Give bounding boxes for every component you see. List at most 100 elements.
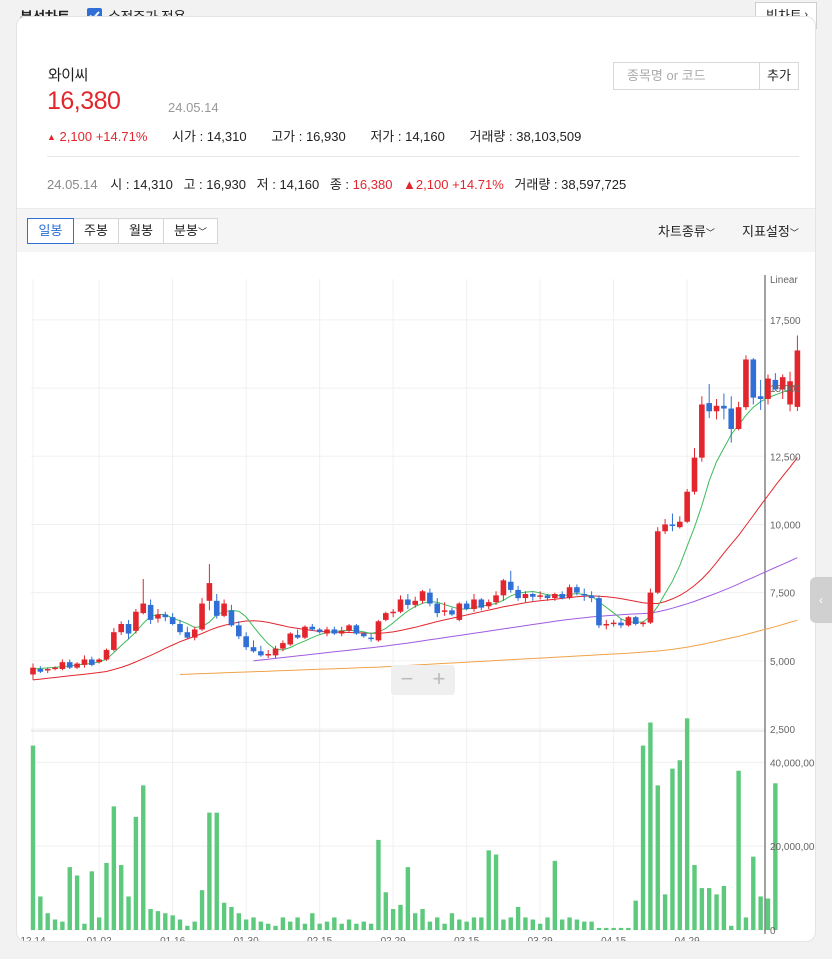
chevron-down-icon: ﹀: [705, 228, 715, 238]
volume-bar: [236, 913, 241, 930]
zoom-in-button[interactable]: +: [423, 666, 455, 692]
candle-body: [552, 594, 558, 599]
volume-bar: [537, 923, 543, 930]
volume-bar: [266, 923, 271, 930]
volume-tick-label: 20,000,000: [770, 842, 816, 853]
x-tick-label: 02.15: [307, 936, 332, 942]
ma60-line: [253, 557, 798, 662]
volume-bar: [111, 806, 117, 930]
volume-bar: [354, 923, 359, 930]
open-label: 시가: [172, 129, 196, 144]
stock-summary-row: ▲ 2,100 +14.71% 시가 : 14,310 고가 : 16,930 …: [47, 126, 602, 145]
candle-body: [669, 524, 676, 526]
price-volume-chart[interactable]: Linear 17,500 15,000 12,500 10,000 7,500 5,000…: [17, 253, 816, 942]
candle-body: [191, 629, 198, 638]
candle-body: [456, 603, 463, 620]
zoom-out-button[interactable]: −: [391, 666, 423, 692]
x-tick-label: 04.29: [675, 936, 700, 942]
daily-ohlc-row: 24.05.14 시 : 14,310 고 : 16,930 저 : 14,16…: [47, 174, 626, 193]
x-tick-label: 01.02: [87, 936, 112, 942]
price-tick-label: 5,000: [770, 657, 795, 668]
volume-bar: [141, 785, 146, 930]
candle-body: [397, 599, 404, 612]
candle-body: [243, 636, 249, 648]
volume-bar: [670, 768, 675, 930]
candle-body: [654, 531, 661, 593]
candle-body: [463, 603, 470, 609]
candle-body: [441, 610, 448, 612]
candle-body: [728, 408, 735, 429]
candle-body: [375, 621, 382, 641]
ma20-line: [32, 457, 798, 681]
candle-body: [706, 403, 712, 412]
candle-body: [30, 667, 36, 675]
candle-body: [794, 350, 801, 407]
volume-bar: [229, 906, 234, 930]
candle-body: [537, 595, 543, 597]
daily-high-value: 16,930: [206, 177, 247, 192]
volume-bar: [751, 856, 756, 930]
side-panel-toggle[interactable]: ‹: [810, 577, 832, 623]
daily-close-value: 16,380: [352, 177, 393, 192]
volume-bar: [457, 919, 462, 930]
candle-body: [515, 589, 521, 599]
volume-bar: [501, 919, 506, 930]
volume-bar: [707, 888, 712, 930]
tab-weekly[interactable]: 주봉: [73, 218, 119, 244]
up-arrow-icon: ▲: [403, 177, 416, 192]
add-button[interactable]: 추가: [759, 62, 799, 90]
price-tick-label: 15,000: [770, 384, 801, 395]
candle-body: [147, 604, 154, 620]
price-tick-label: 2,500: [770, 725, 795, 736]
candle-body: [37, 669, 44, 672]
candle-body: [302, 626, 308, 638]
candle-body: [383, 613, 389, 620]
volume-bar: [280, 917, 286, 930]
candle-body: [632, 617, 639, 624]
volume-bar: [743, 917, 749, 930]
candle-body: [662, 524, 668, 532]
volume-bar: [449, 913, 455, 930]
tab-monthly[interactable]: 월봉: [118, 218, 164, 244]
tab-minute[interactable]: 분봉﹀: [163, 218, 218, 244]
volume-bar: [302, 923, 308, 930]
candle-body: [405, 599, 411, 605]
volume-bar: [582, 921, 587, 930]
candle-body: [530, 594, 536, 597]
indicator-settings-dropdown[interactable]: 지표설정﹀: [742, 221, 799, 240]
volume-bar: [684, 718, 690, 930]
chart-panel: 와이씨 16,380 24.05.14 종목명 or 코드 추가 ▲ 2,100…: [16, 16, 816, 942]
volume-bar: [471, 917, 477, 930]
tab-daily[interactable]: 일봉: [27, 218, 74, 244]
volume-bar: [486, 850, 491, 930]
candle-body: [581, 594, 588, 596]
volume-bar: [413, 913, 418, 930]
candle-body: [221, 603, 227, 616]
daily-volume-label: 거래량: [514, 177, 551, 192]
volume-bar: [368, 923, 374, 930]
volume-bar: [251, 917, 256, 930]
volume-bar: [655, 785, 660, 930]
candle-body: [507, 581, 514, 590]
high-summary: 고가 : 16,930: [271, 129, 346, 144]
candle-body: [500, 580, 507, 596]
volume-bar: [552, 860, 558, 930]
volume-bar: [295, 917, 300, 930]
x-tick-label: 01.16: [160, 936, 185, 942]
low-value: 14,160: [405, 129, 445, 144]
candle-body: [449, 610, 455, 615]
x-tick-label: 02.29: [381, 936, 406, 942]
chart-type-dropdown[interactable]: 차트종류﹀: [658, 221, 715, 240]
volume-bar: [52, 919, 58, 930]
volume-bar: [390, 909, 396, 930]
volume-bar: [523, 917, 528, 930]
volume-bar: [626, 927, 631, 930]
candle-body: [338, 630, 345, 634]
candle-body: [677, 521, 683, 528]
volume-bar: [493, 854, 499, 930]
stock-search-input[interactable]: 종목명 or 코드: [613, 62, 760, 90]
volume-bar: [736, 770, 741, 930]
candle-body: [184, 632, 191, 638]
candle-body: [162, 614, 169, 618]
candle-body: [368, 637, 374, 640]
